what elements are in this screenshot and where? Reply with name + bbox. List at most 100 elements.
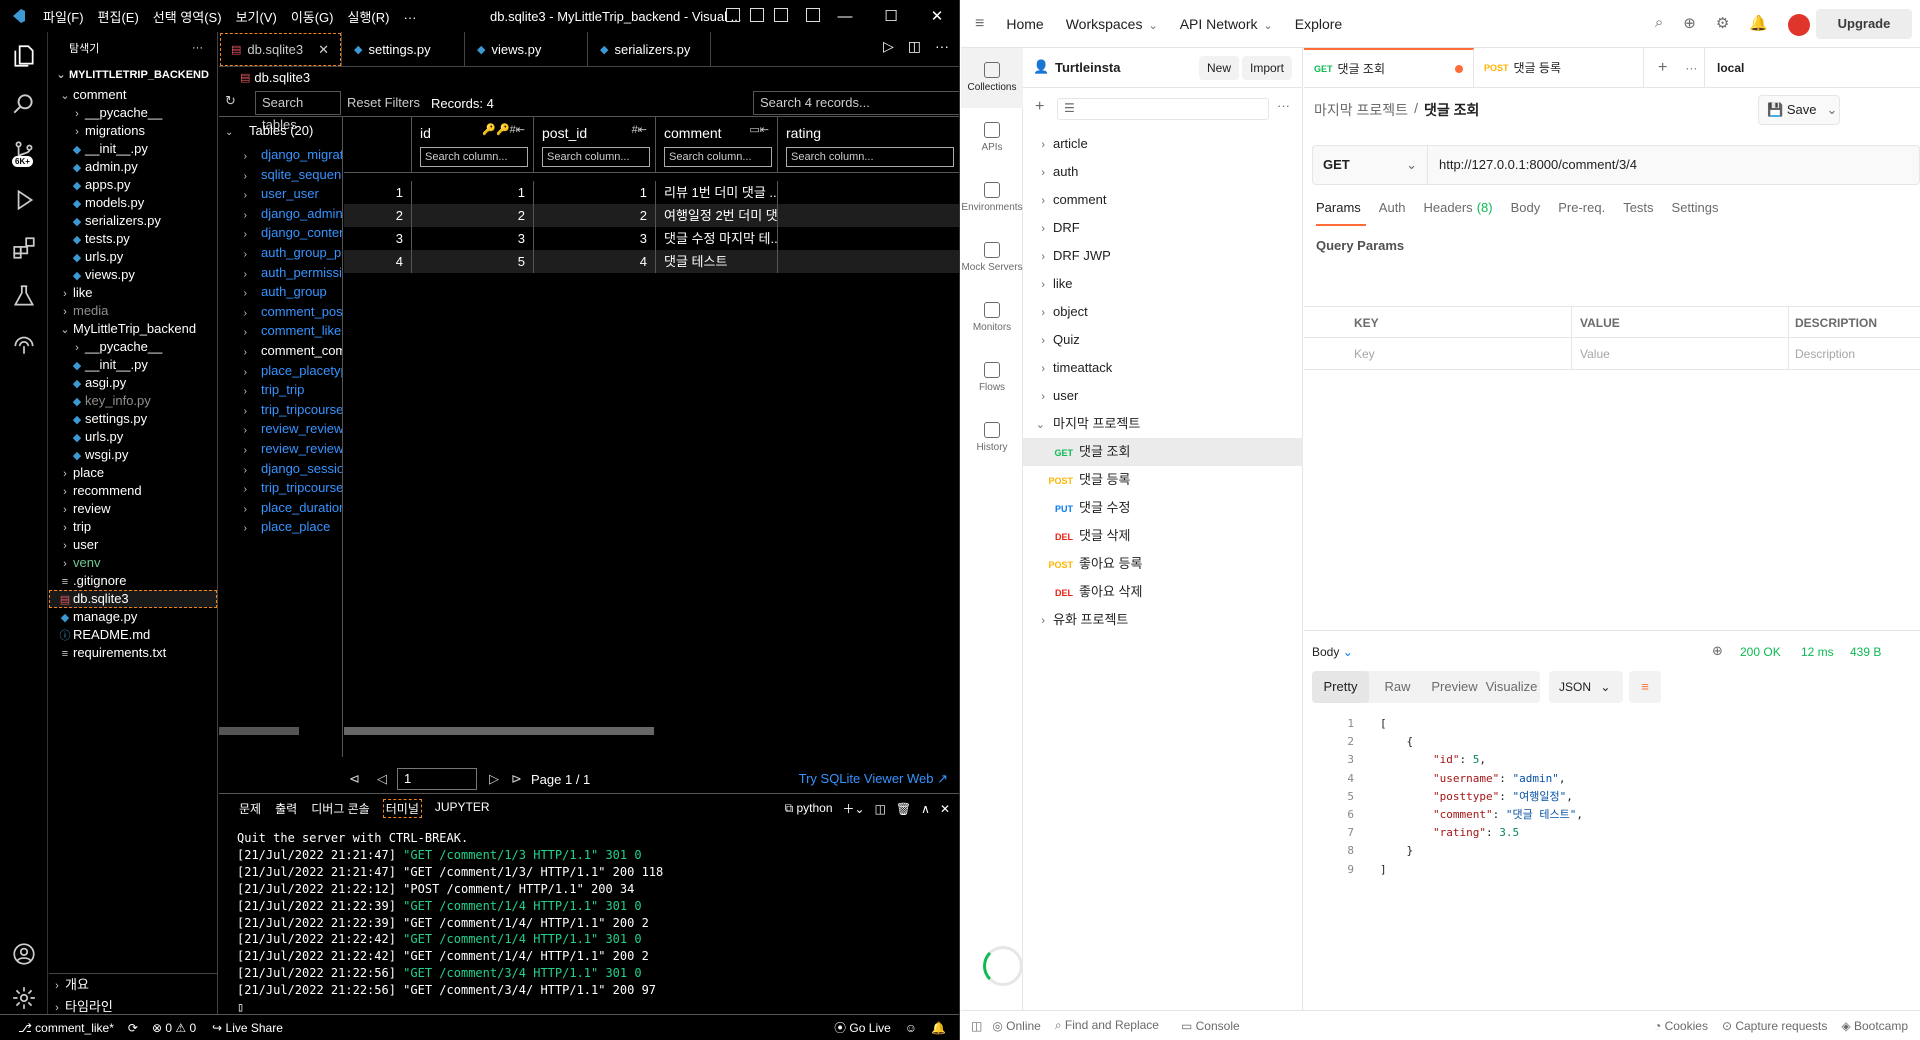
request-item[interactable]: PUT 댓글 수정 xyxy=(1023,494,1303,522)
maximize-panel-icon[interactable]: ∧ xyxy=(921,802,930,816)
search-icon[interactable]: ⌕ xyxy=(1655,14,1663,36)
environment-select[interactable]: local xyxy=(1704,48,1920,88)
tree-item[interactable]: › __pycache__ xyxy=(49,338,217,356)
explorer-icon[interactable] xyxy=(0,32,48,80)
panel-tab[interactable]: JUPYTER xyxy=(435,800,490,817)
request-tab[interactable]: POST 댓글 등록 xyxy=(1474,47,1644,88)
minimize-button[interactable]: — xyxy=(822,0,868,32)
extensions-icon[interactable] xyxy=(0,224,48,272)
close-tab-icon[interactable]: ✕ xyxy=(318,42,329,58)
sidebar-monitors[interactable]: Monitors xyxy=(961,288,1023,348)
collection-item[interactable]: › like xyxy=(1023,270,1303,298)
search-records-input[interactable]: Search 4 records... xyxy=(753,91,959,115)
tree-item[interactable]: ◆ serializers.py xyxy=(49,212,217,230)
customize-layout-icon[interactable] xyxy=(806,8,820,22)
response-size[interactable]: 439 B xyxy=(1850,645,1881,659)
source-control-icon[interactable]: 6K+ xyxy=(0,128,48,176)
tree-item[interactable]: › like xyxy=(49,284,217,302)
tree-item[interactable]: ◆ tests.py xyxy=(49,230,217,248)
tree-item[interactable]: ◆ apps.py xyxy=(49,176,217,194)
next-page-icon[interactable]: ▷ xyxy=(489,771,499,787)
terminal-shell[interactable]: ⧉ python xyxy=(785,801,833,816)
notifications-bell-icon[interactable]: 🔔 xyxy=(931,1021,946,1035)
go-live-status[interactable]: ⦿ Go Live xyxy=(834,1019,891,1036)
table-cell[interactable]: 댓글 테스트 xyxy=(656,250,778,273)
request-subtab-prereq[interactable]: Pre-req. xyxy=(1558,200,1605,215)
toggle-secondary-sidebar-icon[interactable] xyxy=(774,8,788,22)
postman-bot-icon[interactable] xyxy=(983,946,1023,986)
accounts-icon[interactable] xyxy=(0,930,48,978)
notifications-bell-icon[interactable]: 🔔 xyxy=(1749,14,1768,36)
collection-item[interactable]: › timeattack xyxy=(1023,354,1303,382)
table-cell[interactable]: 3 xyxy=(412,227,534,250)
search-icon[interactable] xyxy=(0,80,48,128)
table-cell[interactable]: 5 xyxy=(412,250,534,273)
collection-item[interactable]: › comment xyxy=(1023,186,1303,214)
menu-item[interactable]: 실행(R) xyxy=(348,10,390,25)
column-header-rating[interactable]: rating Search column... xyxy=(778,117,959,173)
url-input[interactable]: http://127.0.0.1:8000/comment/3/4 xyxy=(1439,146,1637,184)
tree-item[interactable]: › user xyxy=(49,536,217,554)
tree-item[interactable]: ≡ .gitignore xyxy=(49,572,217,590)
first-page-icon[interactable]: ⊲ xyxy=(349,771,360,787)
tree-item[interactable]: › place xyxy=(49,464,217,482)
column-header-post_id[interactable]: post_id #⇤ Search column... xyxy=(534,117,656,173)
filter-collections-input[interactable]: ☰ xyxy=(1057,98,1269,120)
live-share-status[interactable]: ↪ Live Share xyxy=(212,1021,283,1035)
tree-item[interactable]: › review xyxy=(49,500,217,518)
column-search-input[interactable]: Search column... xyxy=(786,147,954,167)
table-cell[interactable]: 1 xyxy=(412,181,534,204)
panel-tab[interactable]: 출력 xyxy=(275,800,297,817)
branch-status[interactable]: ⎇ comment_like* xyxy=(18,1021,114,1035)
new-tab-icon[interactable]: + xyxy=(1658,59,1667,77)
request-subtab-auth[interactable]: Auth xyxy=(1379,200,1406,215)
nav-api-network[interactable]: API Network ⌄ xyxy=(1180,16,1273,32)
page-input[interactable]: 1 xyxy=(397,768,477,790)
menu-item[interactable]: 파일(F) xyxy=(43,10,84,25)
online-status[interactable]: ◎ Online xyxy=(992,1019,1041,1033)
request-item[interactable]: DEL 좋아요 삭제 xyxy=(1023,578,1303,606)
column-header-id[interactable]: id 🔑🔑#⇤ Search column... xyxy=(412,117,534,173)
tab-options-icon[interactable]: ··· xyxy=(1685,61,1697,75)
find-replace[interactable]: ⌕ Find and Replace xyxy=(1055,1018,1159,1033)
method-select[interactable]: GET ⌄ xyxy=(1313,146,1428,184)
split-terminal-icon[interactable]: ◫ xyxy=(875,802,886,816)
tree-item[interactable]: › media xyxy=(49,302,217,320)
tree-item[interactable]: › trip xyxy=(49,518,217,536)
bootcamp[interactable]: ◈ Bootcamp xyxy=(1841,1019,1908,1033)
table-cell[interactable]: 1 xyxy=(534,181,656,204)
breadcrumb-collection[interactable]: 마지막 프로젝트 xyxy=(1314,100,1408,120)
panel-tab[interactable]: 디버그 콘솔 xyxy=(311,800,370,817)
sidebar-history[interactable]: History xyxy=(961,408,1023,468)
tree-item[interactable]: ◆ urls.py xyxy=(49,248,217,266)
request-item[interactable]: GET 댓글 조회 xyxy=(1023,438,1303,466)
tree-item[interactable]: ◆ settings.py xyxy=(49,410,217,428)
sync-icon[interactable]: ⟳ xyxy=(128,1021,138,1035)
collection-item[interactable]: › user xyxy=(1023,382,1303,410)
tree-item[interactable]: ◆ admin.py xyxy=(49,158,217,176)
sidebar-mock-servers[interactable]: Mock Servers xyxy=(961,228,1023,288)
menu-item[interactable]: 편집(E) xyxy=(98,10,139,25)
tree-item[interactable]: › __pycache__ xyxy=(49,104,217,122)
collection-item[interactable]: › DRF xyxy=(1023,214,1303,242)
request-title[interactable]: 댓글 조회 xyxy=(1424,100,1479,120)
tree-item[interactable]: ◆ __init__.py xyxy=(49,140,217,158)
console[interactable]: ▭ Console xyxy=(1181,1019,1240,1033)
key-input[interactable]: Key xyxy=(1354,347,1375,361)
close-window-button[interactable]: ✕ xyxy=(914,0,959,32)
panel-tab[interactable]: 터미널 xyxy=(382,799,422,818)
run-debug-icon[interactable] xyxy=(0,176,48,224)
request-subtab-headers[interactable]: Headers (8) xyxy=(1424,200,1493,215)
tables-header[interactable]: ⌄ Tables (20) xyxy=(219,119,342,143)
avatar[interactable] xyxy=(1788,14,1810,36)
run-icon[interactable]: ▷ xyxy=(883,38,894,55)
table-cell[interactable]: 여행일정 2번 더미 댓... xyxy=(656,204,778,227)
workspace-name[interactable]: Turtleinsta xyxy=(1055,60,1121,75)
table-cell[interactable] xyxy=(778,204,959,227)
more-actions-icon[interactable]: ··· xyxy=(935,38,949,55)
response-view-pretty[interactable]: Pretty xyxy=(1312,671,1369,703)
problems-status[interactable]: ⊗ 0 ⚠ 0 xyxy=(152,1021,196,1035)
tree-item[interactable]: ⌄ MyLittleTrip_backend xyxy=(49,320,217,338)
nav-workspaces[interactable]: Workspaces ⌄ xyxy=(1066,16,1158,32)
menu-item[interactable]: 보기(V) xyxy=(236,10,277,25)
